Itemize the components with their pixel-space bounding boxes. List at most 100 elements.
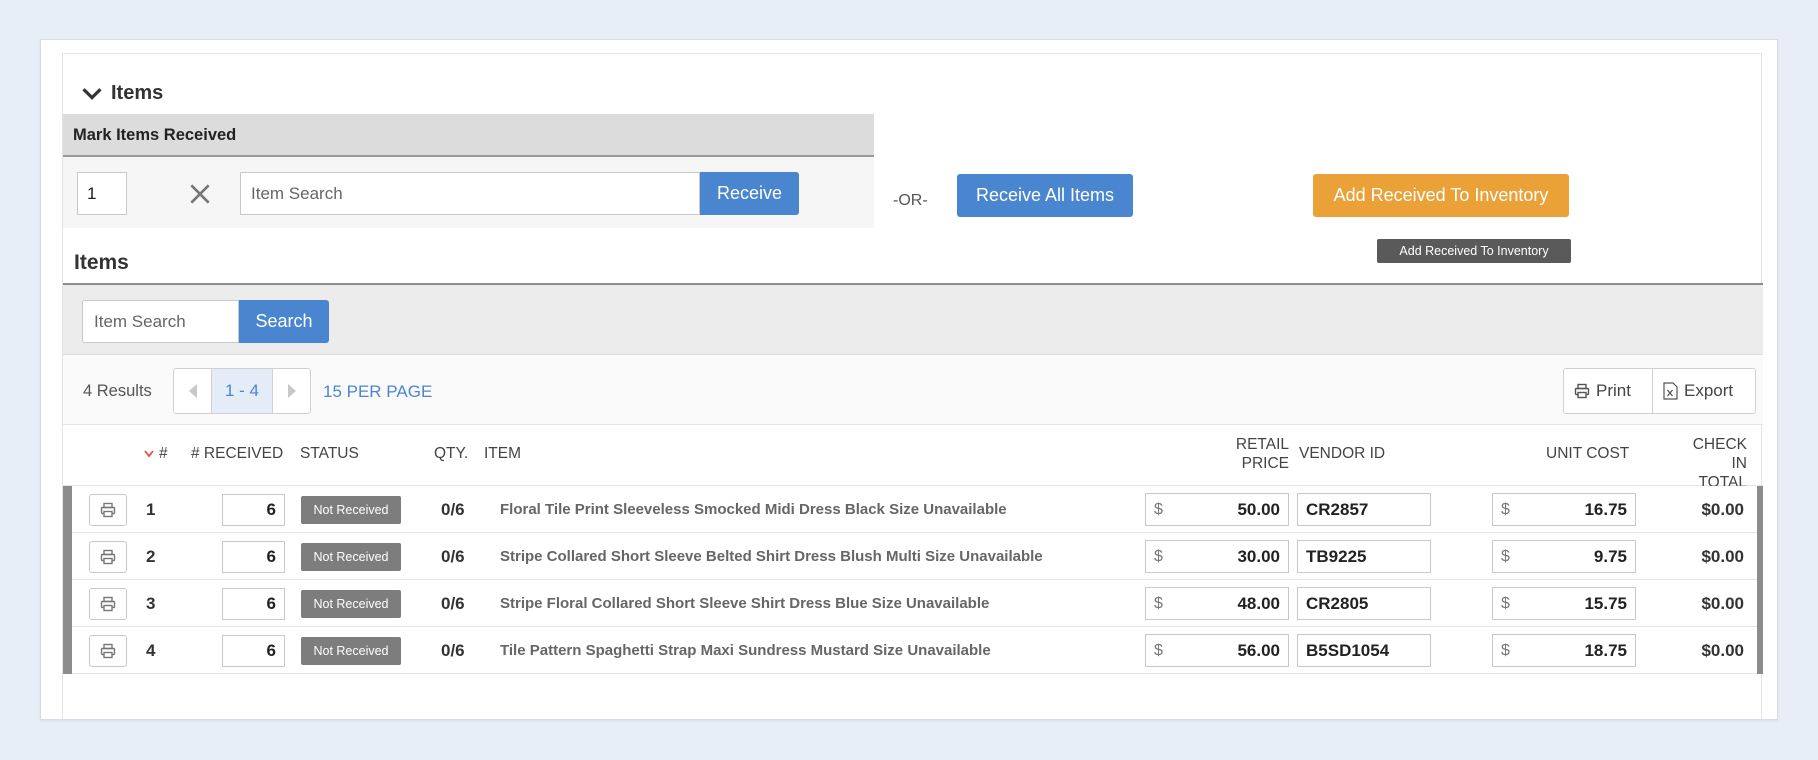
row-print-button[interactable] — [89, 635, 127, 667]
currency-symbol: $ — [1154, 594, 1163, 612]
currency-symbol: $ — [1501, 500, 1510, 518]
vendor-id-input[interactable] — [1297, 634, 1431, 667]
status-badge: Not Received — [301, 637, 401, 665]
items-section-toggle[interactable]: Items — [81, 82, 163, 105]
retail-price-field: $ — [1145, 493, 1289, 526]
column-vendor-id-header[interactable]: VENDOR ID — [1299, 445, 1385, 463]
row-marker-right — [1757, 533, 1763, 580]
received-quantity-input[interactable] — [222, 494, 285, 526]
mark-items-received-form: Receive — [63, 157, 874, 228]
status-badge: Not Received — [301, 543, 401, 571]
retail-price-input[interactable] — [1162, 640, 1288, 661]
items-search-input[interactable] — [82, 300, 239, 343]
receive-quantity-input[interactable] — [77, 172, 127, 215]
unit-cost-field: $ — [1492, 493, 1636, 526]
column-retail-price-header[interactable]: RETAIL PRICE — [1229, 435, 1289, 473]
table-header: # # RECEIVED STATUS QTY. ITEM RETAIL PRI… — [63, 425, 1763, 491]
add-inventory-tooltip: Add Received To Inventory — [1377, 239, 1571, 263]
currency-symbol: $ — [1501, 547, 1510, 565]
row-number: 2 — [146, 547, 156, 566]
retail-price-input[interactable] — [1162, 499, 1288, 520]
check-in-total: $0.00 — [1701, 500, 1744, 519]
currency-symbol: $ — [1154, 641, 1163, 659]
unit-cost-field: $ — [1492, 634, 1636, 667]
add-received-to-inventory-button[interactable]: Add Received To Inventory — [1313, 174, 1569, 217]
print-button[interactable]: Print — [1563, 368, 1653, 414]
printer-icon — [100, 596, 116, 612]
status-badge: Not Received — [301, 496, 401, 524]
unit-cost-input[interactable] — [1509, 640, 1635, 661]
section-title: Items — [111, 82, 164, 104]
currency-symbol: $ — [1154, 500, 1163, 518]
currency-symbol: $ — [1501, 641, 1510, 659]
items-panel: Items Mark Items Received Receive -OR- R… — [62, 53, 1763, 719]
receive-all-items-button[interactable]: Receive All Items — [957, 174, 1133, 217]
check-in-total: $0.00 — [1701, 641, 1744, 660]
item-description: Floral Tile Print Sleeveless Smocked Mid… — [500, 501, 1007, 518]
row-marker-right — [1757, 627, 1763, 674]
row-number: 3 — [146, 594, 156, 613]
retail-price-input[interactable] — [1162, 593, 1288, 614]
column-number-header[interactable]: # — [144, 445, 168, 463]
vendor-id-input[interactable] — [1297, 493, 1431, 526]
item-description: Stripe Floral Collared Short Sleeve Shir… — [500, 595, 990, 612]
chevron-down-icon — [82, 87, 102, 100]
items-heading: Items — [74, 251, 129, 274]
column-received-header[interactable]: # RECEIVED — [191, 445, 283, 463]
received-quantity-input[interactable] — [222, 588, 285, 620]
printer-icon — [100, 643, 116, 659]
unit-cost-input[interactable] — [1509, 546, 1635, 567]
received-quantity-input[interactable] — [222, 541, 285, 573]
per-page-selector[interactable]: 15 PER PAGE — [323, 382, 432, 402]
row-number: 4 — [146, 641, 156, 660]
table-row: 2 Not Received 0/6 Stripe Collared Short… — [63, 533, 1763, 580]
receive-button[interactable]: Receive — [700, 172, 799, 215]
mark-items-received-header: Mark Items Received — [63, 114, 874, 157]
row-number: 1 — [146, 500, 156, 519]
row-print-button[interactable] — [89, 588, 127, 620]
results-count: 4 Results — [83, 382, 152, 400]
column-item-header[interactable]: ITEM — [484, 445, 521, 463]
caret-right-icon — [287, 384, 296, 398]
unit-cost-field: $ — [1492, 587, 1636, 620]
unit-cost-input[interactable] — [1509, 593, 1635, 614]
qty-value: 0/6 — [441, 594, 465, 613]
item-description: Stripe Collared Short Sleeve Belted Shir… — [500, 548, 1043, 565]
row-marker — [63, 486, 72, 533]
next-page-button[interactable] — [272, 369, 310, 413]
row-print-button[interactable] — [89, 541, 127, 573]
item-description: Tile Pattern Spaghetti Strap Maxi Sundre… — [500, 642, 991, 659]
row-marker — [63, 533, 72, 580]
export-button[interactable]: Export — [1652, 368, 1756, 414]
vendor-id-input[interactable] — [1297, 540, 1431, 573]
row-print-button[interactable] — [89, 494, 127, 526]
received-quantity-input[interactable] — [222, 635, 285, 667]
row-marker — [63, 580, 72, 627]
qty-value: 0/6 — [441, 547, 465, 566]
currency-symbol: $ — [1154, 547, 1163, 565]
check-in-total: $0.00 — [1701, 547, 1744, 566]
row-marker-right — [1757, 580, 1763, 627]
unit-cost-input[interactable] — [1509, 499, 1635, 520]
column-check-in-total-header[interactable]: CHECK IN TOTAL — [1673, 435, 1747, 492]
retail-price-field: $ — [1145, 634, 1289, 667]
status-badge: Not Received — [301, 590, 401, 618]
search-button[interactable]: Search — [239, 300, 329, 343]
qty-value: 0/6 — [441, 641, 465, 660]
or-separator: -OR- — [893, 192, 928, 209]
retail-price-input[interactable] — [1162, 546, 1288, 567]
prev-page-button[interactable] — [174, 369, 212, 413]
column-qty-header[interactable]: QTY. — [434, 445, 468, 463]
caret-left-icon — [188, 384, 197, 398]
qty-value: 0/6 — [441, 500, 465, 519]
items-card: Items Mark Items Received Receive -OR- R… — [40, 39, 1778, 720]
column-status-header[interactable]: STATUS — [300, 445, 359, 463]
vendor-id-input[interactable] — [1297, 587, 1431, 620]
items-search-bar: Search — [63, 283, 1763, 355]
retail-price-field: $ — [1145, 587, 1289, 620]
column-unit-cost-header[interactable]: UNIT COST — [1546, 445, 1629, 463]
currency-symbol: $ — [1501, 594, 1510, 612]
receive-item-search-input[interactable] — [240, 172, 700, 215]
multiply-icon — [190, 184, 210, 204]
row-marker-right — [1757, 486, 1763, 533]
